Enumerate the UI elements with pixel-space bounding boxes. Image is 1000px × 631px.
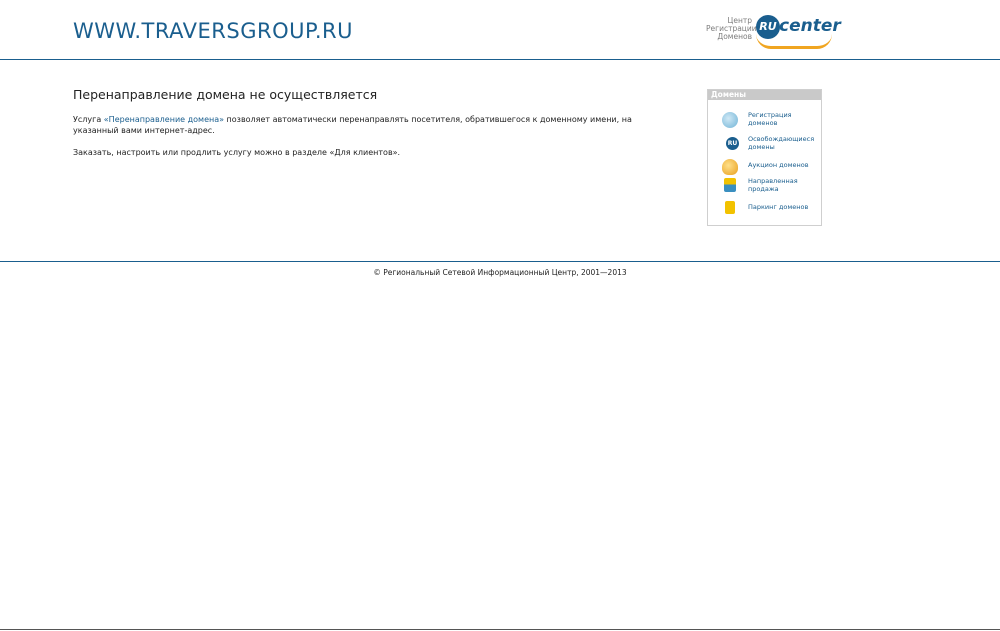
bottom-divider	[0, 629, 1000, 630]
parking-icon	[725, 201, 735, 214]
globe-icon	[722, 112, 738, 128]
description-prefix: Услуга	[73, 115, 104, 124]
sidebar-item-expiring[interactable]: RU Освобождающиеся домены	[722, 135, 818, 156]
site-title: WWW.TRAVERSGROUP.RU	[73, 19, 353, 43]
sidebar-item-label: Паркинг доменов	[748, 203, 809, 212]
logo-caption: Центр Регистрации Доменов	[706, 17, 757, 41]
label-line2: продажа	[748, 184, 779, 193]
logo-caption-line3: Доменов	[717, 32, 752, 41]
page-header: WWW.TRAVERSGROUP.RU Центр Регистрации До…	[0, 0, 1000, 60]
rucenter-logo[interactable]: Центр Регистрации Доменов RU center	[706, 14, 841, 49]
logo-swoosh-icon	[756, 34, 832, 49]
sidebar-item-label: Аукцион доменов	[748, 161, 809, 170]
sidebar-item-label: Направленная продажа	[748, 177, 798, 193]
main-content: Перенаправление домена не осуществляется…	[73, 87, 633, 169]
sidebar-item-label: Освобождающиеся домены	[748, 135, 814, 151]
sidebar-item-auction[interactable]: Аукцион доменов	[722, 159, 818, 179]
arrow-sale-icon	[724, 178, 736, 192]
logo-center-word: center	[779, 16, 841, 36]
description-paragraph: Услуга «Перенаправление домена» позволяе…	[73, 114, 633, 136]
label-line1: Аукцион доменов	[748, 161, 809, 169]
ru-wings-icon: RU	[726, 137, 739, 150]
footer-divider	[0, 261, 1000, 262]
label-line2: домены	[748, 142, 775, 151]
sidebox-title: Домены	[708, 90, 821, 100]
page-heading: Перенаправление домена не осуществляется	[73, 87, 378, 102]
redirect-service-link[interactable]: «Перенаправление домена»	[104, 115, 224, 124]
order-paragraph: Заказать, настроить или продлить услугу …	[73, 148, 401, 157]
domains-sidebox: Домены Регистрация доменов RU Освобождаю…	[707, 89, 822, 226]
sidebar-item-parking[interactable]: Паркинг доменов	[722, 201, 818, 221]
label-line2: доменов	[748, 118, 778, 127]
label-line1: Паркинг доменов	[748, 203, 809, 211]
sidebar-item-label: Регистрация доменов	[748, 111, 792, 127]
footer-copyright: © Региональный Сетевой Информационный Це…	[373, 268, 627, 277]
coins-icon	[722, 159, 738, 175]
sidebar-item-direct-sale[interactable]: Направленная продажа	[722, 177, 818, 198]
sidebar-item-registration[interactable]: Регистрация доменов	[722, 111, 818, 132]
